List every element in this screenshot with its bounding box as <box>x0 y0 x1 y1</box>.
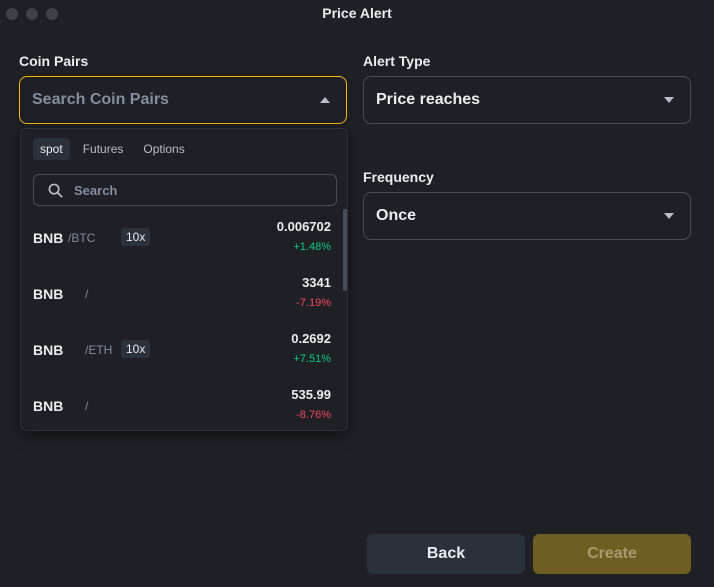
market-tabs: spot Futures Options <box>33 138 192 160</box>
pair-price: 0.2692 <box>291 331 331 346</box>
pair-change: +7.51% <box>293 353 331 365</box>
pair-price: 3341 <box>302 275 331 290</box>
frequency-value: Once <box>376 207 417 224</box>
pair-quote: /ETH <box>85 343 113 357</box>
pair-price: 535.99 <box>291 387 331 402</box>
price-alert-window: Price Alert Coin Pairs Search Coin Pairs… <box>0 0 714 587</box>
pair-base: BNB <box>33 398 64 414</box>
pair-quote: /BTC <box>68 231 96 245</box>
alert-type-value: Price reaches <box>376 91 481 108</box>
alert-type-label: Alert Type <box>363 53 431 69</box>
dropdown-scrollbar[interactable] <box>343 209 347 291</box>
tab-spot[interactable]: spot <box>33 138 70 160</box>
window-title: Price Alert <box>322 5 392 21</box>
create-button[interactable]: Create <box>533 534 691 574</box>
coin-pairs-select[interactable]: Search Coin Pairs <box>19 76 347 124</box>
pair-quote: / <box>85 399 89 413</box>
caret-down-icon <box>664 97 674 103</box>
list-item[interactable]: BNB /ETH 10x 0.2692 +7.51% <box>21 321 347 377</box>
leverage-badge: 10x <box>121 228 151 246</box>
frequency-select[interactable]: Once <box>363 192 691 240</box>
tab-options[interactable]: Options <box>136 138 191 160</box>
list-item[interactable]: BNB / 535.99 -8.76% <box>21 377 347 430</box>
coin-search-box <box>33 174 337 206</box>
coin-search-input[interactable] <box>74 182 314 198</box>
list-item[interactable]: BNB /BTC 10x 0.006702 +1.48% <box>21 209 347 265</box>
pair-base: BNB <box>33 230 64 246</box>
coin-list: BNB /BTC 10x 0.006702 +1.48% BNB / 3341 … <box>21 209 347 430</box>
pair-base: BNB <box>33 286 64 302</box>
pair-quote: / <box>85 287 89 301</box>
frequency-label: Frequency <box>363 169 434 185</box>
tab-futures[interactable]: Futures <box>76 138 131 160</box>
list-item[interactable]: BNB / 3341 -7.19% <box>21 265 347 321</box>
pair-price: 0.006702 <box>276 219 331 234</box>
coin-pairs-placeholder: Search Coin Pairs <box>32 91 169 108</box>
back-button[interactable]: Back <box>367 534 525 574</box>
leverage-badge: 10x <box>121 340 151 358</box>
alert-type-select[interactable]: Price reaches <box>363 76 691 124</box>
title-bar: Price Alert <box>0 0 714 26</box>
coin-pairs-dropdown: spot Futures Options BNB /BTC 10x 0.0067… <box>20 128 348 431</box>
pair-change: -8.76% <box>296 409 331 421</box>
pair-change: -7.19% <box>296 297 331 309</box>
caret-down-icon <box>664 213 674 219</box>
pair-change: +1.48% <box>293 241 331 253</box>
search-icon <box>48 183 63 197</box>
pair-base: BNB <box>33 342 64 358</box>
caret-up-icon <box>320 97 330 103</box>
coin-pairs-label: Coin Pairs <box>19 53 89 69</box>
